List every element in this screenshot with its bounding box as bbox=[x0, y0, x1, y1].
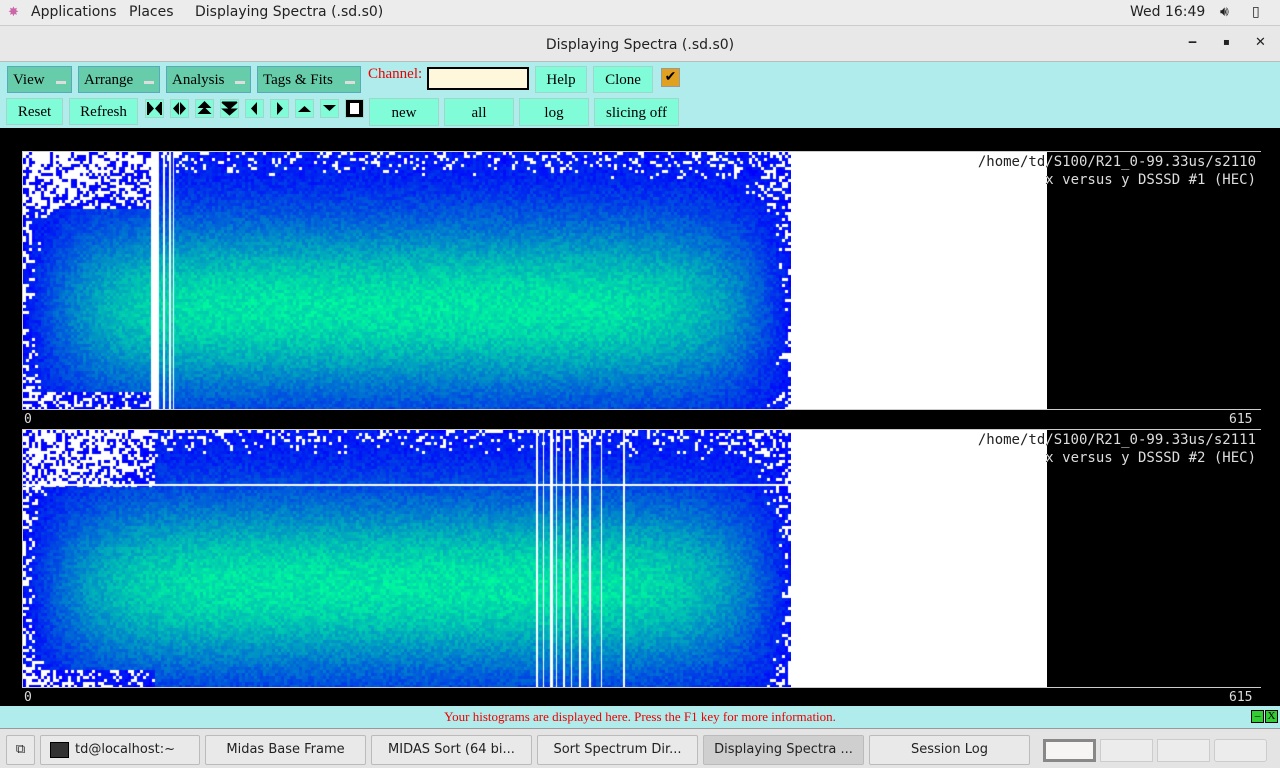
workspace-2[interactable] bbox=[1100, 739, 1153, 762]
down-button[interactable] bbox=[320, 99, 339, 118]
maximize-button[interactable]: ▪ bbox=[1223, 37, 1230, 48]
view-menu-label: View bbox=[13, 72, 45, 88]
battery-icon[interactable]: ▯ bbox=[1252, 4, 1260, 20]
x-axis-max: 615 bbox=[1229, 690, 1253, 705]
workspace-3[interactable] bbox=[1157, 739, 1210, 762]
slicing-button[interactable]: slicing off bbox=[594, 98, 679, 126]
stop-icon bbox=[350, 103, 359, 114]
window-title: Displaying Spectra (.sd.s0) bbox=[545, 37, 735, 53]
menu-indicator-icon bbox=[345, 81, 355, 84]
minimize-button[interactable]: ‒ bbox=[1188, 35, 1197, 50]
spectrum-path: /home/td/S100/R21_0-99.33us/s2110 bbox=[977, 154, 1256, 170]
up-arrow-icon bbox=[298, 106, 311, 112]
status-close-button[interactable]: X bbox=[1265, 710, 1278, 723]
x-axis-max: 615 bbox=[1229, 412, 1253, 427]
task-label: td@localhost:~ bbox=[75, 742, 175, 757]
right-button[interactable] bbox=[270, 99, 289, 118]
checkbox[interactable]: ✔ bbox=[661, 68, 680, 87]
right-arrow-icon bbox=[277, 102, 283, 115]
toolbar: View Arrange Analysis Tags & Fits Channe… bbox=[0, 62, 1280, 128]
spectrum-plot-1[interactable]: /home/td/S100/R21_0-99.33us/s2110 x vers… bbox=[22, 151, 1261, 410]
channel-input[interactable] bbox=[427, 67, 529, 90]
top-panel: ✸ Applications Places Displaying Spectra… bbox=[0, 0, 1280, 26]
up-button[interactable] bbox=[295, 99, 314, 118]
expand-vertical-button[interactable] bbox=[195, 99, 214, 118]
menu-indicator-icon bbox=[144, 81, 154, 84]
compress-vertical-icon bbox=[221, 101, 238, 116]
heatmap-1[interactable] bbox=[23, 152, 791, 409]
status-message: Your histograms are displayed here. Pres… bbox=[444, 709, 836, 724]
applications-menu[interactable]: Applications bbox=[31, 4, 117, 20]
clock[interactable]: Wed 16:49 bbox=[1130, 4, 1205, 20]
left-arrow-icon bbox=[251, 102, 257, 115]
task-session-log[interactable]: Session Log bbox=[869, 735, 1030, 765]
log-button[interactable]: log bbox=[519, 98, 589, 126]
active-app-label[interactable]: Displaying Spectra (.sd.s0) bbox=[195, 4, 383, 20]
terminal-icon bbox=[50, 742, 69, 758]
x-axis-min: 0 bbox=[24, 412, 32, 427]
help-button[interactable]: Help bbox=[535, 66, 587, 93]
workspace-4[interactable] bbox=[1214, 739, 1267, 762]
compress-vertical-button[interactable] bbox=[220, 99, 239, 118]
all-button[interactable]: all bbox=[444, 98, 514, 126]
spectrum-plot-2[interactable]: /home/td/S100/R21_0-99.33us/s2111 x vers… bbox=[22, 429, 1261, 688]
spectrum-title: x versus y DSSSD #1 (HEC) bbox=[1045, 172, 1256, 188]
volume-icon[interactable]: 🔊︎ bbox=[1220, 4, 1229, 20]
refresh-button[interactable]: Refresh bbox=[69, 98, 138, 125]
view-menu[interactable]: View bbox=[7, 66, 72, 93]
task-midas-sort[interactable]: MIDAS Sort (64 bi... bbox=[371, 735, 532, 765]
plot-label-background bbox=[1047, 430, 1261, 687]
taskbar: ⧉ td@localhost:~ Midas Base Frame MIDAS … bbox=[0, 728, 1280, 768]
arrange-menu[interactable]: Arrange bbox=[78, 66, 160, 93]
tags-fits-menu-label: Tags & Fits bbox=[263, 72, 333, 88]
window-titlebar: Displaying Spectra (.sd.s0) ‒ ▪ ✕ bbox=[0, 26, 1280, 62]
workspace-1[interactable] bbox=[1043, 739, 1096, 762]
task-displaying-spectra[interactable]: Displaying Spectra ... bbox=[703, 735, 864, 765]
reset-button[interactable]: Reset bbox=[6, 98, 63, 125]
status-bar: Your histograms are displayed here. Pres… bbox=[0, 706, 1280, 728]
stop-button[interactable] bbox=[345, 99, 364, 118]
tags-fits-menu[interactable]: Tags & Fits bbox=[257, 66, 361, 93]
channel-label: Channel: bbox=[368, 66, 423, 82]
arrange-menu-label: Arrange bbox=[84, 72, 134, 88]
status-minimize-button[interactable]: – bbox=[1251, 710, 1264, 723]
heatmap-2[interactable] bbox=[23, 430, 791, 687]
x-axis-min: 0 bbox=[24, 690, 32, 705]
analysis-menu-label: Analysis bbox=[172, 72, 225, 88]
compress-horizontal-button[interactable] bbox=[170, 99, 189, 118]
left-button[interactable] bbox=[245, 99, 264, 118]
expand-horizontal-button[interactable] bbox=[145, 99, 164, 118]
analysis-menu[interactable]: Analysis bbox=[166, 66, 251, 93]
spectrum-path: /home/td/S100/R21_0-99.33us/s2111 bbox=[977, 432, 1256, 448]
task-sort-spectrum-dir[interactable]: Sort Spectrum Dir... bbox=[537, 735, 698, 765]
menu-indicator-icon bbox=[235, 81, 245, 84]
spectra-display[interactable]: /home/td/S100/R21_0-99.33us/s2110 x vers… bbox=[0, 128, 1280, 706]
clone-button[interactable]: Clone bbox=[593, 66, 653, 93]
new-button[interactable]: new bbox=[369, 98, 439, 126]
spectrum-title: x versus y DSSSD #2 (HEC) bbox=[1045, 450, 1256, 466]
task-midas-base-frame[interactable]: Midas Base Frame bbox=[205, 735, 366, 765]
expand-horizontal-icon bbox=[147, 102, 162, 115]
task-terminal[interactable]: td@localhost:~ bbox=[40, 735, 200, 765]
places-menu[interactable]: Places bbox=[129, 4, 174, 20]
down-arrow-icon bbox=[323, 105, 336, 111]
expand-vertical-icon bbox=[197, 101, 212, 114]
compress-horizontal-icon bbox=[173, 102, 186, 115]
close-button[interactable]: ✕ bbox=[1255, 35, 1266, 50]
plot-label-background bbox=[1047, 152, 1261, 409]
menu-indicator-icon bbox=[56, 81, 66, 84]
show-desktop-button[interactable]: ⧉ bbox=[6, 735, 35, 765]
applications-icon: ✸ bbox=[8, 5, 19, 20]
checkmark-icon: ✔ bbox=[664, 70, 677, 85]
